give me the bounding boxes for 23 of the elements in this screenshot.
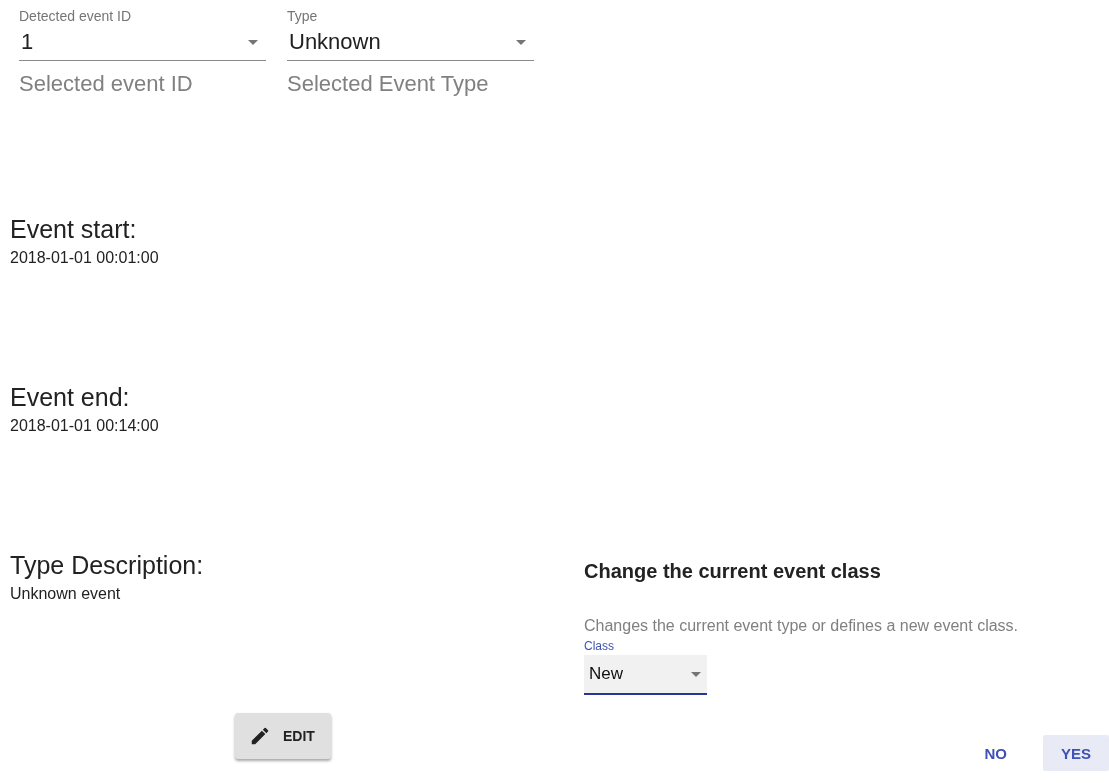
helper-text: Selected event ID [19,71,194,97]
helper-text: Selected Event Type [287,71,490,97]
field-label: Detected event ID [19,8,133,24]
section-heading: Type Description: [10,551,205,580]
dropdown-caret-icon [691,671,701,677]
select-field[interactable]: Unknown [287,24,534,61]
field-label: Class [584,639,615,653]
dropdown-caret-icon [248,39,258,45]
dialog-button[interactable]: YES [1043,735,1109,771]
section-value: Unknown event [10,585,122,603]
edit-button[interactable]: EDIT [235,713,331,759]
pencil-icon [249,725,271,747]
class-select[interactable]: New [584,655,707,695]
dialog-text: Changes the current event type or defines a new event class. [584,617,1020,635]
dialog-button[interactable]: NO [966,735,1025,771]
section-value: 2018-01-01 00:01:00 [10,249,160,267]
dialog-title: Change the current event class [584,560,882,583]
select-field[interactable]: 1 [19,24,266,61]
section-heading: Event start: [10,215,138,244]
section-heading: Event end: [10,383,131,412]
dropdown-caret-icon [516,39,526,45]
section-value: 2018-01-01 00:14:00 [10,417,160,435]
field-label: Type [287,8,319,24]
